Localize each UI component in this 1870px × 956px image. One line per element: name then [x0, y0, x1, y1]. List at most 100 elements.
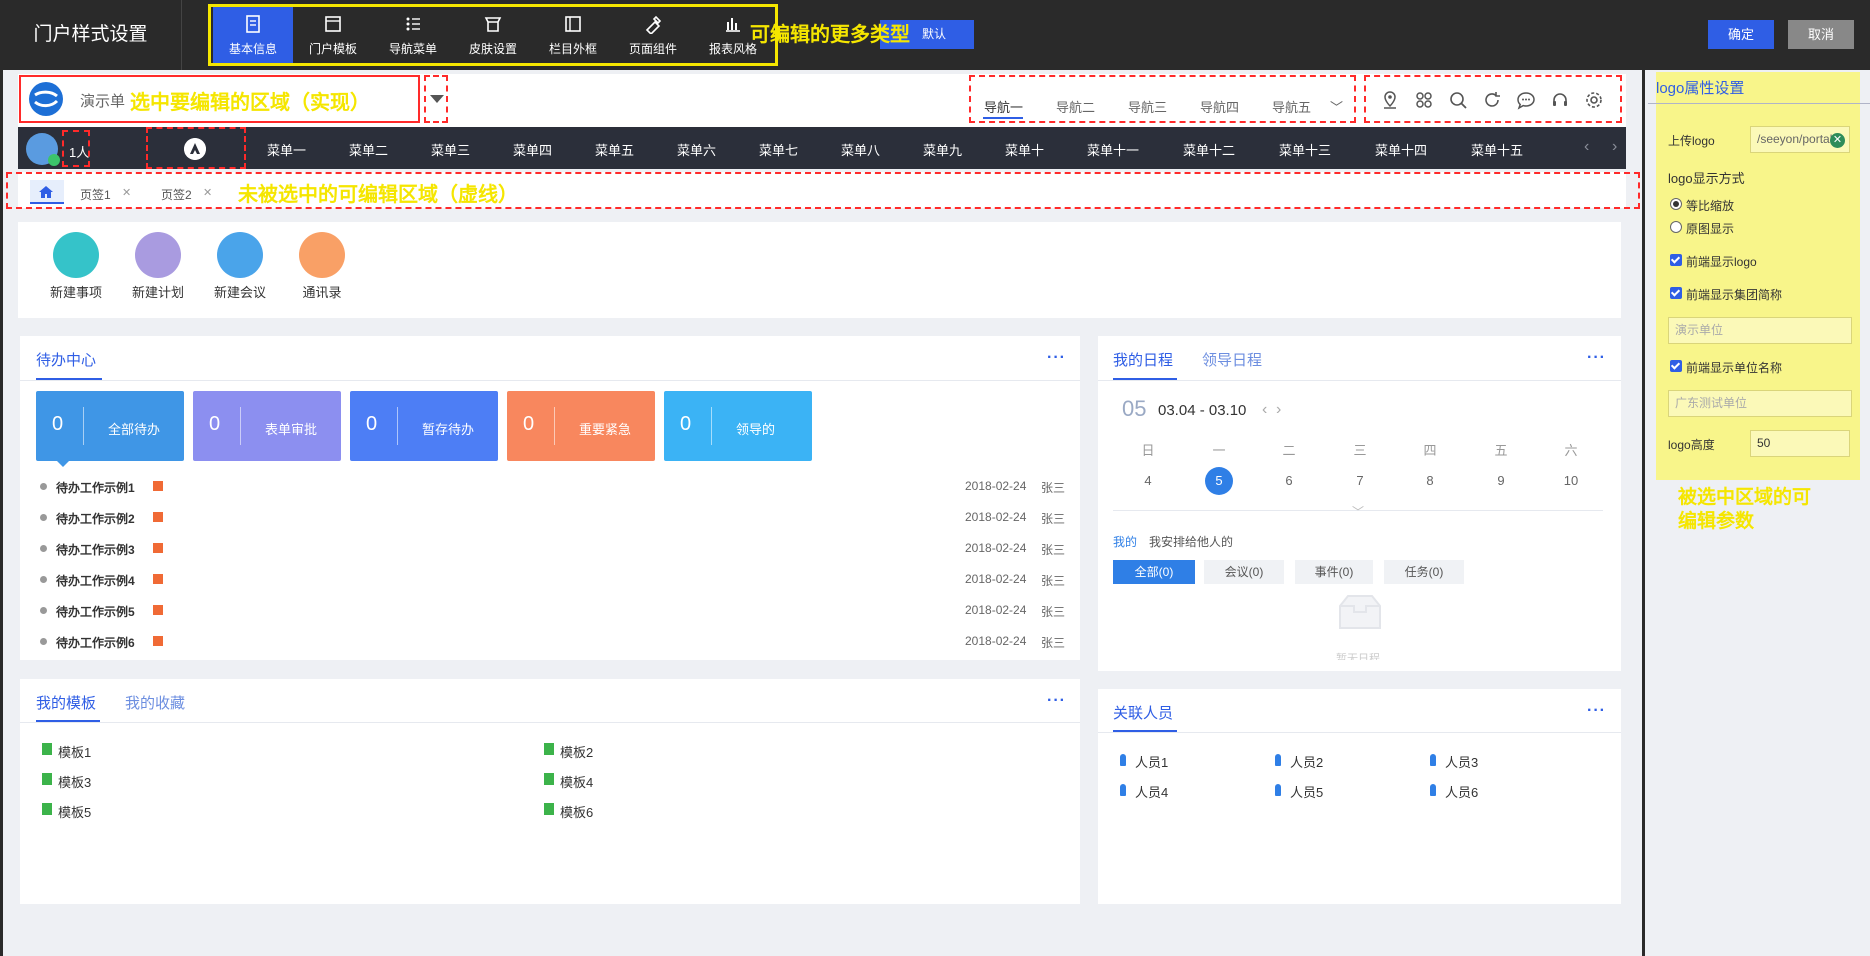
chevron-right-icon[interactable]: ›	[1612, 138, 1617, 156]
tab-leader-schedule[interactable]: 领导日程	[1202, 349, 1262, 370]
tab-label[interactable]: 页签1	[80, 186, 111, 203]
menu-item[interactable]: 菜单六	[677, 140, 716, 159]
ok-button[interactable]: 确定	[1708, 20, 1774, 49]
close-icon[interactable]: ✕	[203, 186, 212, 199]
calendar-day[interactable]: 9	[1486, 473, 1516, 488]
chevron-right-icon[interactable]: ›	[1276, 401, 1281, 419]
refresh-icon[interactable]	[1482, 90, 1502, 110]
menu-item[interactable]: 菜单十二	[1183, 140, 1235, 159]
tool-column-frame[interactable]: 栏目外框	[533, 7, 613, 63]
quick-action-label[interactable]: 新建会议	[200, 282, 280, 301]
radio-scale[interactable]	[1670, 198, 1682, 210]
checkbox-show-unit[interactable]	[1670, 360, 1682, 372]
calendar-day[interactable]: 8	[1415, 473, 1445, 488]
schedule-filter[interactable]: 全部(0)	[1113, 560, 1195, 584]
calendar-day[interactable]: 10	[1556, 473, 1586, 488]
person-item[interactable]: 人员1	[1135, 752, 1168, 771]
todo-item-title[interactable]: 待办工作示例2	[56, 510, 135, 527]
todo-item-title[interactable]: 待办工作示例4	[56, 572, 135, 589]
new-meeting-icon[interactable]	[217, 232, 263, 278]
gear-icon[interactable]	[1584, 90, 1604, 110]
top-nav-item[interactable]: 导航一	[984, 97, 1023, 116]
unit-name-input[interactable]: 广东测试单位	[1668, 390, 1852, 417]
person-item[interactable]: 人员5	[1290, 782, 1323, 801]
tool-basic-info[interactable]: 基本信息	[213, 7, 293, 63]
location-icon[interactable]	[1380, 90, 1400, 110]
todo-tile[interactable]: 0 重要紧急	[507, 391, 655, 461]
schedule-owner-mine[interactable]: 我的	[1113, 533, 1137, 550]
schedule-filter[interactable]: 任务(0)	[1384, 560, 1464, 584]
todo-tile[interactable]: 0 暂存待办	[350, 391, 498, 461]
top-nav-item[interactable]: 导航四	[1200, 97, 1239, 116]
tab-my-schedule[interactable]: 我的日程	[1113, 349, 1173, 370]
cancel-button[interactable]: 取消	[1788, 20, 1854, 49]
calendar-day[interactable]: 4	[1133, 473, 1163, 488]
logo-height-input[interactable]: 50	[1750, 430, 1850, 457]
template-item[interactable]: 模板2	[560, 742, 593, 761]
chevron-down-icon[interactable]: ﹀	[1352, 503, 1364, 520]
more-icon[interactable]: ···	[1587, 702, 1606, 720]
apps-icon[interactable]	[1414, 90, 1434, 110]
people-title[interactable]: 关联人员	[1113, 702, 1173, 723]
checkbox-show-logo[interactable]	[1670, 254, 1682, 266]
todo-item-title[interactable]: 待办工作示例1	[56, 479, 135, 496]
top-nav-item[interactable]: 导航三	[1128, 97, 1167, 116]
todo-item-title[interactable]: 待办工作示例6	[56, 634, 135, 651]
quick-action-label[interactable]: 新建事项	[36, 282, 116, 301]
group-name-input[interactable]: 演示单位	[1668, 317, 1852, 344]
tool-skin[interactable]: 皮肤设置	[453, 7, 533, 63]
menu-item[interactable]: 菜单十一	[1087, 140, 1139, 159]
template-item[interactable]: 模板5	[58, 802, 91, 821]
person-item[interactable]: 人员4	[1135, 782, 1168, 801]
todo-tile[interactable]: 0 领导的	[664, 391, 812, 461]
calendar-day[interactable]: 6	[1274, 473, 1304, 488]
tab-label[interactable]: 页签2	[161, 186, 192, 203]
todo-tile[interactable]: 0 表单审批	[193, 391, 341, 461]
headset-icon[interactable]	[1550, 90, 1570, 110]
template-item[interactable]: 模板1	[58, 742, 91, 761]
tool-nav-menu[interactable]: 导航菜单	[373, 7, 453, 63]
template-item[interactable]: 模板4	[560, 772, 593, 791]
menu-item[interactable]: 菜单五	[595, 140, 634, 159]
chevron-left-icon[interactable]: ‹	[1262, 401, 1267, 419]
more-icon[interactable]: ···	[1047, 349, 1066, 367]
more-icon[interactable]: ···	[1047, 692, 1066, 710]
todo-item-title[interactable]: 待办工作示例5	[56, 603, 135, 620]
menu-item[interactable]: 菜单八	[841, 140, 880, 159]
menu-item[interactable]: 菜单十五	[1471, 140, 1523, 159]
menu-item[interactable]: 菜单十	[1005, 140, 1044, 159]
top-nav-item[interactable]: 导航五	[1272, 97, 1311, 116]
tool-page-components[interactable]: 页面组件	[613, 7, 693, 63]
todo-tile[interactable]: 0 全部待办	[36, 391, 184, 461]
quick-action-label[interactable]: 通讯录	[282, 282, 362, 301]
close-icon[interactable]: ✕	[1830, 133, 1845, 148]
quick-action-label[interactable]: 新建计划	[118, 282, 198, 301]
radio-original[interactable]	[1670, 221, 1682, 233]
chevron-left-icon[interactable]: ‹	[1584, 138, 1589, 156]
menu-item[interactable]: 菜单九	[923, 140, 962, 159]
menu-item[interactable]: 菜单二	[349, 140, 388, 159]
template-item[interactable]: 模板3	[58, 772, 91, 791]
todo-title[interactable]: 待办中心	[36, 349, 96, 370]
more-icon[interactable]: ···	[1587, 349, 1606, 367]
person-item[interactable]: 人员2	[1290, 752, 1323, 771]
person-item[interactable]: 人员6	[1445, 782, 1478, 801]
template-item[interactable]: 模板6	[560, 802, 593, 821]
menu-item[interactable]: 菜单十四	[1375, 140, 1427, 159]
schedule-filter[interactable]: 事件(0)	[1295, 560, 1373, 584]
contacts-icon[interactable]	[299, 232, 345, 278]
calendar-day[interactable]: 7	[1345, 473, 1375, 488]
tab-my-templates[interactable]: 我的模板	[36, 692, 96, 713]
new-plan-icon[interactable]	[135, 232, 181, 278]
menu-item[interactable]: 菜单一	[267, 140, 306, 159]
chat-icon[interactable]	[1516, 90, 1536, 110]
tab-my-favorites[interactable]: 我的收藏	[125, 692, 185, 713]
menu-item[interactable]: 菜单三	[431, 140, 470, 159]
top-nav-item[interactable]: 导航二	[1056, 97, 1095, 116]
search-icon[interactable]	[1448, 90, 1468, 110]
menu-item[interactable]: 菜单十三	[1279, 140, 1331, 159]
checkbox-show-group[interactable]	[1670, 287, 1682, 299]
schedule-owner-others[interactable]: 我安排给他人的	[1149, 533, 1233, 550]
person-item[interactable]: 人员3	[1445, 752, 1478, 771]
tool-portal-template[interactable]: 门户模板	[293, 7, 373, 63]
